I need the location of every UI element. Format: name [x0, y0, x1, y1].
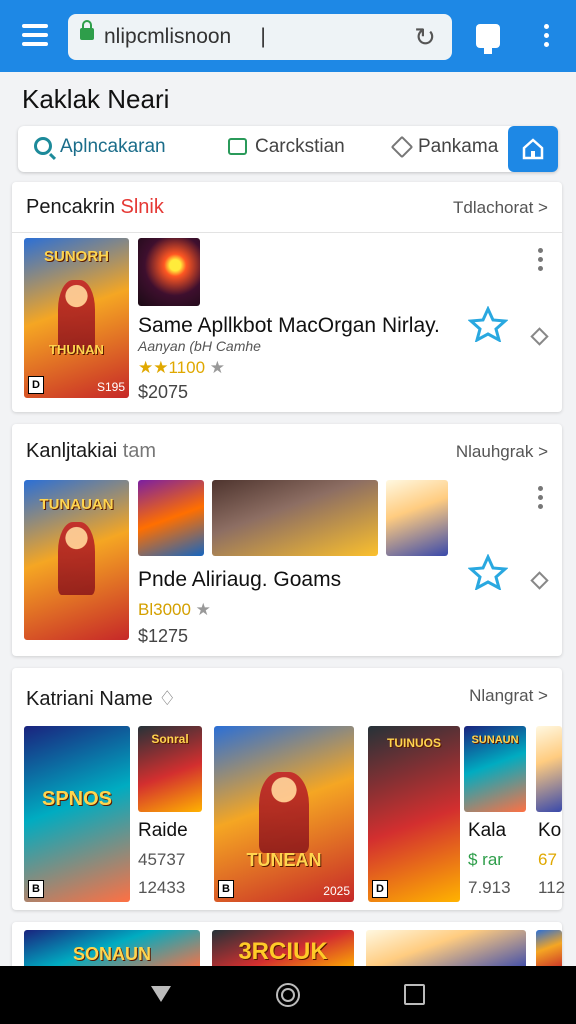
section-popular: Kanljtakiai tam Nlauhgrak > TUNAUAN Pnde…	[12, 424, 562, 656]
app-title[interactable]: Pnde Aliriaug. Goams	[138, 568, 341, 592]
age-rating-badge: B	[28, 880, 44, 898]
game-tile[interactable]: SPNOS B	[24, 726, 130, 902]
game-poster[interactable]: SUNORH THUNAN D S195	[24, 238, 129, 398]
tile-price: 12433	[138, 878, 186, 897]
poster-character	[258, 771, 310, 853]
game-tile[interactable]: SONAUN	[24, 930, 200, 970]
recents-icon[interactable]	[404, 984, 425, 1005]
reload-icon[interactable]: ↻	[412, 24, 438, 50]
category-tabs: Aplncakaran Carckstian Pankama	[18, 126, 558, 172]
section-title: Kanljtakiai tam	[26, 440, 157, 462]
url-text[interactable]: nlipcmlisnoon |	[104, 25, 266, 49]
chat-icon	[228, 138, 247, 155]
poster-character	[57, 521, 96, 596]
poster-price: 2025	[323, 884, 350, 898]
tile-rating: 45737	[138, 850, 186, 869]
game-icon-comet[interactable]	[138, 238, 200, 306]
poster-price: S195	[96, 380, 125, 394]
search-icon	[34, 137, 52, 155]
app-rating: Bl3000 ★	[138, 600, 211, 619]
tile-price: 112	[538, 878, 566, 897]
age-rating-badge: B	[218, 880, 234, 898]
game-banner-characters[interactable]	[212, 480, 378, 556]
section-featured: Pencakrin Slnik Tdlachorat > SUNORH THUN…	[12, 182, 562, 412]
favorite-star-icon[interactable]	[468, 554, 508, 590]
item-overflow-icon[interactable]	[535, 248, 545, 278]
home-button[interactable]	[508, 126, 558, 172]
tag-icon	[390, 135, 414, 159]
item-overflow-icon[interactable]	[535, 486, 545, 516]
game-tile[interactable]: TUINUOS D	[368, 726, 460, 902]
game-tile[interactable]: SUNAUN	[464, 726, 526, 812]
divider	[12, 232, 562, 233]
see-more-link[interactable]: Nlangrat >	[469, 686, 548, 706]
game-icon-robot[interactable]	[386, 480, 448, 556]
app-price: $1275	[138, 626, 189, 646]
see-more-link[interactable]: Nlauhgrak >	[456, 442, 548, 462]
overflow-menu-icon[interactable]	[538, 24, 554, 50]
game-tile[interactable]: Sonral	[138, 726, 202, 812]
app-rating: ★★1100 ★	[138, 358, 226, 377]
poster-title: TUINUOS	[387, 736, 441, 750]
home-icon	[522, 138, 544, 160]
tile-price: 7.913	[468, 878, 511, 897]
lock-icon	[80, 20, 94, 40]
game-tile[interactable]	[536, 930, 562, 970]
section-title: Pencakrin Slnik	[26, 196, 164, 218]
tile-title[interactable]: Kala	[468, 820, 506, 842]
age-rating-badge: D	[28, 376, 44, 394]
tile-rating: 67	[538, 850, 557, 869]
game-icon-burst[interactable]	[138, 480, 204, 556]
see-more-link[interactable]: Tdlachorat >	[453, 198, 548, 218]
expand-icon[interactable]	[530, 571, 549, 590]
game-tile[interactable]: TUNEAN B 2025	[214, 726, 354, 902]
poster-title: SUNORH	[43, 248, 109, 265]
app-title[interactable]: Same Apllkbot MacOrgan Nirlay.	[138, 314, 440, 338]
browser-toolbar: nlipcmlisnoon | ↻	[0, 0, 576, 72]
tab-pankama[interactable]: Pankama	[390, 135, 498, 159]
tile-title[interactable]: Ko	[538, 820, 561, 842]
poster-title: SPNOS	[41, 788, 113, 810]
tab-carckstian[interactable]: Carckstian	[228, 136, 345, 158]
section-new: Katriani Name ♢ Nlangrat > SPNOS B Sonra…	[12, 668, 566, 910]
poster-title: SONAUN	[72, 944, 151, 964]
star-icon: ★	[209, 358, 226, 377]
expand-icon[interactable]	[530, 327, 549, 346]
game-poster[interactable]: TUNAUAN	[24, 480, 129, 640]
game-tile[interactable]: 3RCIUK	[212, 930, 354, 970]
tile-title[interactable]: Raide	[138, 820, 188, 842]
home-circle-icon[interactable]	[276, 983, 300, 1007]
page-title: Kaklak Neari	[22, 84, 170, 114]
game-tile[interactable]	[536, 726, 562, 812]
back-icon[interactable]	[151, 986, 171, 1002]
game-tile[interactable]	[366, 930, 526, 970]
poster-title: TUNAUAN	[39, 496, 114, 513]
app-price: $2075	[138, 382, 189, 402]
star-icon: ★	[195, 600, 211, 619]
poster-title: TUNEAN	[246, 850, 322, 870]
menu-icon[interactable]	[22, 24, 48, 46]
poster-subtitle: THUNAN	[49, 342, 104, 357]
tab-aplncakaran[interactable]: Aplncakaran	[34, 136, 166, 158]
app-subtitle: Aanyan (bH Camhe	[138, 338, 261, 354]
favorite-star-icon[interactable]	[468, 306, 508, 342]
system-navigation-bar	[0, 966, 576, 1024]
section-title: Katriani Name ♢	[26, 688, 177, 710]
age-rating-badge: D	[372, 880, 388, 898]
poster-title: Sonral	[151, 732, 189, 746]
tile-rating: $ rar	[468, 850, 503, 869]
address-bar[interactable]: nlipcmlisnoon | ↻	[68, 14, 452, 60]
bookmark-icon[interactable]	[476, 24, 500, 54]
poster-title: 3RCIUK	[238, 938, 328, 965]
poster-title: SUNAUN	[471, 734, 519, 746]
